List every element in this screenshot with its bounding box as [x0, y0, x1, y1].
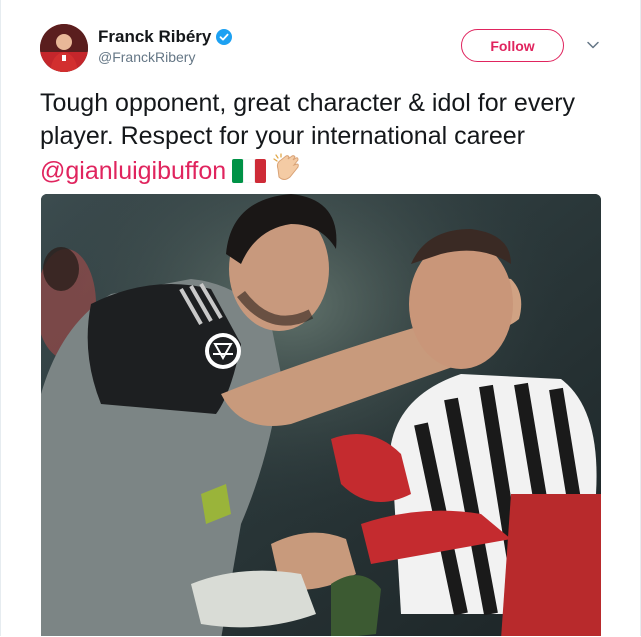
mention-link[interactable]: @gianluigibuffon — [40, 157, 226, 185]
clapping-hands-icon — [272, 153, 302, 192]
tweet-photo[interactable] — [41, 194, 601, 636]
tweet-text: Tough opponent, great character & idol f… — [40, 87, 605, 192]
display-name-row: Franck Ribéry — [98, 26, 233, 48]
chevron-down-icon[interactable] — [586, 38, 600, 52]
avatar[interactable] — [40, 24, 88, 72]
follow-button[interactable]: Follow — [461, 29, 564, 62]
display-name[interactable]: Franck Ribéry — [98, 27, 211, 47]
author-info: Franck Ribéry @FranckRibery — [98, 26, 233, 65]
author-handle[interactable]: @FranckRibery — [98, 49, 232, 65]
tweet-card: Franck Ribéry @FranckRibery Follow Tough… — [0, 0, 641, 636]
tweet-body-text: Tough opponent, great character & idol f… — [40, 89, 576, 150]
tweet-header: Franck Ribéry @FranckRibery Follow — [40, 24, 610, 74]
italy-flag-icon — [232, 158, 267, 192]
verified-badge-icon — [216, 29, 233, 45]
